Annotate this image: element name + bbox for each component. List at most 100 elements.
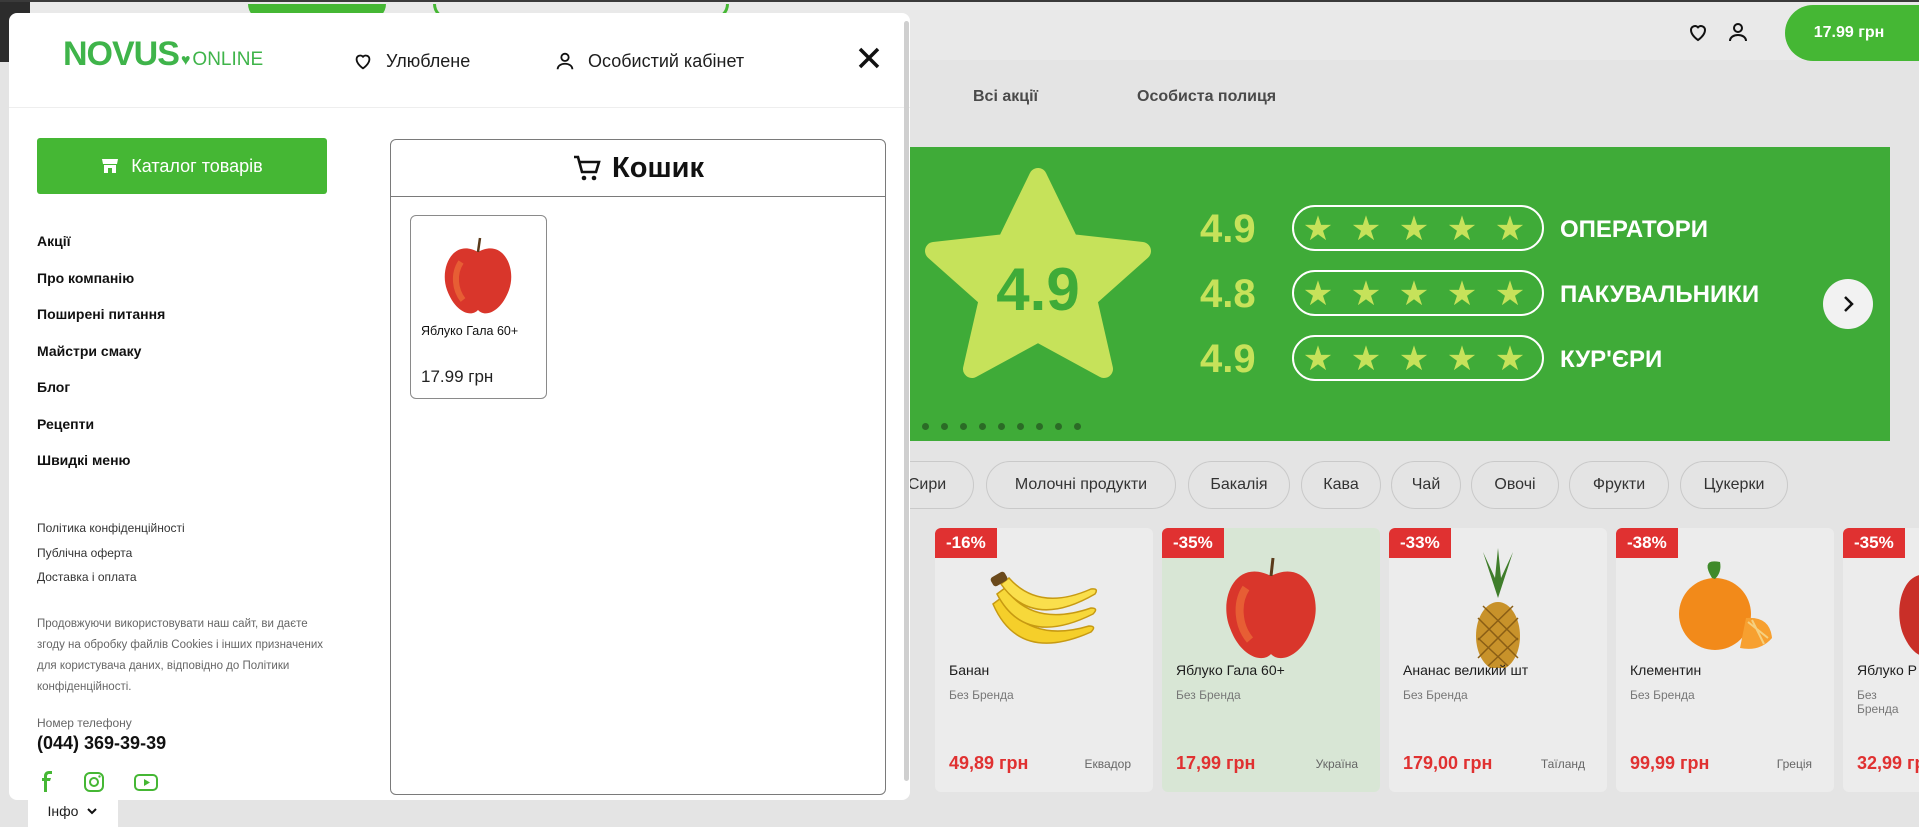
favorites-link[interactable]: Улюблене: [352, 50, 470, 72]
product-name[interactable]: Клементин: [1630, 662, 1701, 678]
category-chip-coffee[interactable]: Кава: [1301, 461, 1381, 509]
product-name[interactable]: Яблуко Р: [1857, 662, 1917, 678]
privacy-policy-link[interactable]: Політика конфіденційності: [37, 521, 185, 546]
svg-text:★: ★: [1303, 275, 1333, 313]
cart-item-name[interactable]: Яблуко Гала 60+: [421, 324, 518, 338]
product-brand: Без Бренда: [1403, 688, 1468, 702]
cart-title: Кошик: [612, 151, 704, 184]
nav-all-promotions[interactable]: Всі акції: [973, 88, 1038, 106]
menu-item-recipes[interactable]: Рецепти: [37, 416, 165, 453]
svg-text:★: ★: [1495, 340, 1525, 378]
svg-text:КУР'ЄРИ: КУР'ЄРИ: [1560, 346, 1662, 373]
user-icon: [556, 52, 574, 70]
legal-links: Політика конфіденційності Публічна оферт…: [37, 521, 185, 595]
svg-text:ОПЕРАТОРИ: ОПЕРАТОРИ: [1560, 216, 1708, 243]
star-value: 4.9: [996, 256, 1079, 323]
product-country: Еквадор: [1084, 757, 1131, 771]
menu-item-about[interactable]: Про компанію: [37, 270, 165, 307]
header-cart-button[interactable]: 17.99 грн: [1785, 5, 1919, 61]
instagram-icon[interactable]: [82, 770, 106, 794]
category-chip-dairy[interactable]: Молочні продукти: [986, 461, 1176, 509]
side-menu-drawer: NOVUS ♥ ONLINE Улюблене Особистий кабіне…: [9, 13, 910, 800]
svg-text:★: ★: [1447, 275, 1477, 313]
public-offer-link[interactable]: Публічна оферта: [37, 546, 185, 571]
svg-text:★: ★: [1351, 210, 1381, 248]
rating-row-couriers: 4.9 ★ ★ ★ ★ ★ КУР'ЄРИ: [1200, 335, 1662, 381]
account-user-icon[interactable]: [1726, 20, 1750, 44]
product-name[interactable]: Ананас великий шт: [1403, 662, 1528, 678]
product-name[interactable]: Банан: [949, 662, 989, 678]
svg-text:★: ★: [1303, 210, 1333, 248]
account-label: Особистий кабінет: [588, 50, 745, 71]
favorites-label: Улюблене: [386, 50, 471, 71]
rating-banner-graphic: 4.9 4.9 ★ ★ ★ ★ ★ ОПЕРАТОРИ 4.8 ★ ★ ★ ★ ★ ПАКУВА…: [925, 168, 1759, 381]
promo-banner[interactable]: 4.9 4.9 ★ ★ ★ ★ ★ ОПЕРАТОРИ 4.8 ★ ★ ★ ★ ★ ПАКУВА…: [900, 147, 1890, 441]
product-name[interactable]: Яблуко Гала 60+: [1176, 662, 1285, 678]
cart-item[interactable]: Яблуко Гала 60+ 17.99 грн: [410, 215, 547, 399]
svg-text:★: ★: [1399, 210, 1429, 248]
chevron-right-icon: [1844, 296, 1854, 312]
apple-icon: [444, 237, 512, 314]
product-country: Україна: [1315, 757, 1358, 771]
rating-row-operators: 4.9 ★ ★ ★ ★ ★ ОПЕРАТОРИ: [1200, 205, 1708, 251]
apple-icon: [1226, 557, 1316, 659]
cart-item-price: 17.99 грн: [421, 367, 494, 386]
banner-pagination-dots[interactable]: [922, 423, 1081, 430]
store-icon: [102, 159, 119, 173]
menu-item-blog[interactable]: Блог: [37, 379, 165, 416]
product-brand: Без Бренда: [1630, 688, 1695, 702]
product-card-apple-gala[interactable]: -35% Яблуко Гала 60+ Без Бренда 17,99 гр…: [1162, 528, 1380, 792]
cart-panel: Кошик Яблуко Гала 60+ 17.99 грн: [390, 139, 886, 795]
svg-text:★: ★: [1399, 275, 1429, 313]
shopping-cart-icon: [574, 155, 601, 181]
product-card-clementine[interactable]: -38% Клементин Без Бренда 99,99 грн Грец…: [1616, 528, 1834, 792]
product-country: Греція: [1776, 757, 1812, 771]
svg-text:4.9: 4.9: [1200, 337, 1256, 381]
category-chip-tea[interactable]: Чай: [1391, 461, 1461, 509]
phone-number[interactable]: (044) 369-39-39: [37, 733, 166, 754]
account-link[interactable]: Особистий кабінет: [554, 50, 744, 72]
menu-item-taste-masters[interactable]: Майстри смаку: [37, 343, 165, 380]
drawer-menu: Акції Про компанію Поширені питання Майс…: [37, 233, 165, 489]
drawer-header: NOVUS ♥ ONLINE Улюблене Особистий кабіне…: [9, 13, 910, 108]
svg-text:4.9: 4.9: [1200, 207, 1256, 251]
novus-logo[interactable]: NOVUS ♥ ONLINE: [63, 35, 263, 74]
svg-text:★: ★: [1495, 275, 1525, 313]
product-price: 99,99 грн: [1630, 753, 1710, 773]
category-chip-fruits[interactable]: Фрукти: [1569, 461, 1669, 509]
catalog-button-label: Каталог товарів: [131, 155, 263, 176]
banana-icon: [990, 571, 1098, 644]
product-card-pineapple[interactable]: -33% Ананас великий шт Без Бренда 179,00…: [1389, 528, 1607, 792]
category-chip-vegetables[interactable]: Овочі: [1471, 461, 1559, 509]
product-price: 49,89 грн: [949, 753, 1029, 773]
apple-icon: [1899, 575, 1919, 655]
clementine-icon: [1679, 561, 1772, 650]
category-chip-grocery[interactable]: Бакалія: [1188, 461, 1290, 509]
nav-personal-shelf[interactable]: Особиста полиця: [1137, 88, 1276, 106]
product-brand: Без Бренда: [1176, 688, 1241, 702]
banner-next-button[interactable]: [1823, 279, 1873, 329]
heart-icon: [355, 54, 371, 70]
menu-item-promotions[interactable]: Акції: [37, 233, 165, 270]
product-brand: Без Бренда: [949, 688, 1014, 702]
catalog-button[interactable]: Каталог товарів: [37, 138, 327, 194]
category-chip-candy[interactable]: Цукерки: [1680, 461, 1788, 509]
facebook-icon[interactable]: [35, 770, 59, 794]
product-card-apple-partial[interactable]: -35% Яблуко Р Без Бренда 32,99 гр: [1843, 528, 1919, 792]
svg-text:★: ★: [1447, 210, 1477, 248]
svg-text:★: ★: [1495, 210, 1525, 248]
favorites-heart-icon[interactable]: [1686, 20, 1710, 44]
svg-text:★: ★: [1351, 275, 1381, 313]
svg-text:★: ★: [1303, 340, 1333, 378]
product-price: 32,99 гр: [1857, 753, 1919, 773]
drawer-scrollbar[interactable]: [904, 21, 909, 781]
delivery-payment-link[interactable]: Доставка і оплата: [37, 570, 185, 595]
menu-item-quick-menu[interactable]: Швидкі меню: [37, 452, 165, 489]
close-icon[interactable]: [856, 45, 882, 71]
menu-item-faq[interactable]: Поширені питання: [37, 306, 165, 343]
youtube-icon[interactable]: [133, 770, 159, 794]
product-card-banana[interactable]: -16% Банан Без Бренда 49,89 грн Еквадор: [935, 528, 1153, 792]
pineapple-icon: [1476, 548, 1520, 668]
svg-text:★: ★: [1399, 340, 1429, 378]
logo-heart-icon: ♥: [180, 52, 191, 69]
